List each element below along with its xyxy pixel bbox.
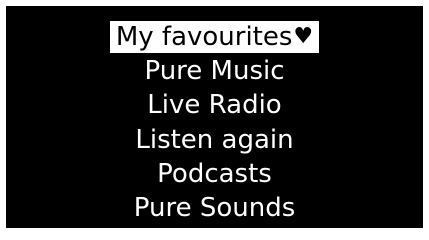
menu-item-podcasts[interactable]: Podcasts bbox=[6, 157, 423, 190]
menu-item-label: Pure Sounds bbox=[133, 192, 296, 223]
menu-item-label: My favourites bbox=[115, 21, 293, 52]
menu-item-my-favourites[interactable]: My favourites ♥ bbox=[6, 20, 423, 53]
menu-item-label: Live Radio bbox=[147, 89, 282, 120]
main-menu: My favourites ♥ Pure Music Live Radio Li… bbox=[6, 6, 423, 228]
menu-item-pure-sounds[interactable]: Pure Sounds bbox=[6, 191, 423, 224]
heart-icon: ♥ bbox=[293, 23, 314, 49]
menu-item-label: Podcasts bbox=[157, 158, 272, 189]
menu-item-pure-music[interactable]: Pure Music bbox=[6, 54, 423, 87]
selection-highlight: My favourites ♥ bbox=[109, 20, 320, 53]
menu-item-label: Pure Music bbox=[144, 55, 285, 86]
menu-item-live-radio[interactable]: Live Radio bbox=[6, 88, 423, 121]
menu-item-listen-again[interactable]: Listen again bbox=[6, 123, 423, 156]
menu-item-label: Listen again bbox=[135, 124, 294, 155]
device-screen: My favourites ♥ Pure Music Live Radio Li… bbox=[6, 6, 423, 228]
